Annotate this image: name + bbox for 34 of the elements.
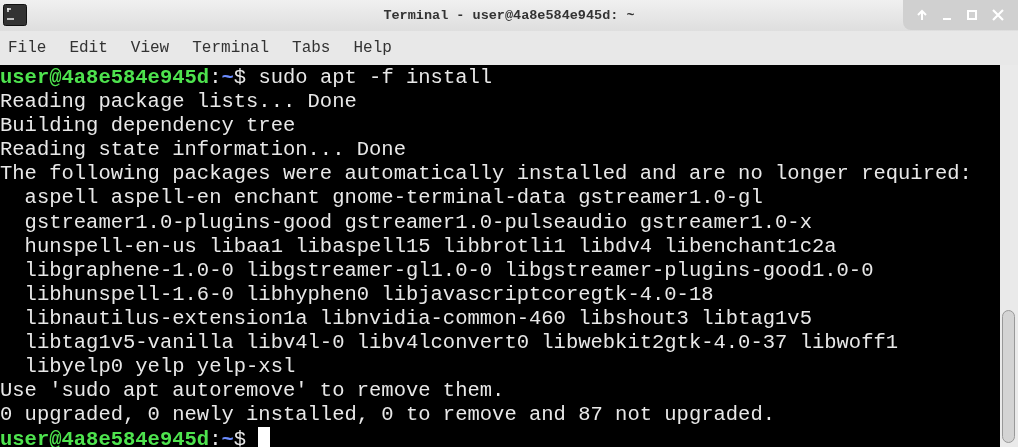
menu-item[interactable]: View <box>130 39 181 57</box>
terminal-icon <box>3 4 27 26</box>
scrollbar-thumb[interactable] <box>1002 310 1015 443</box>
command-text: sudo apt -f install <box>258 66 493 89</box>
output-line: Building dependency tree <box>0 114 296 138</box>
output-line: Reading package lists... Done <box>0 90 357 114</box>
output-line: libyelp0 yelp yelp-xsl <box>23 355 296 379</box>
menu-item[interactable]: Help <box>353 39 403 57</box>
output-line: Reading state information... Done <box>0 138 406 162</box>
output-line: hunspell-en-us libaa1 libaspell15 libbrotli1 libdv4 libenchant1c2a <box>23 234 837 258</box>
menu-item[interactable]: Edit <box>69 39 119 57</box>
output-line: gstreamer1.0-plugins-good gstreamer1.0-pulseaudio gstreamer1.0-x <box>23 210 812 234</box>
prompt-symbol: $ <box>233 66 247 89</box>
prompt-user-host: user@4a8e584e945d <box>0 66 210 89</box>
prompt-path: ~ <box>221 66 234 89</box>
prompt-symbol: $ <box>233 428 247 447</box>
arrow-up-icon[interactable] <box>915 9 928 21</box>
output-line: libhunspell-1.6-0 libhyphen0 libjavascriptcoregtk-4.0-18 <box>23 282 714 306</box>
output-line: libnautilus-extension1a libnvidia-common-460 libshout3 libtag1v5 <box>23 306 812 330</box>
menu-item[interactable]: File <box>8 39 58 57</box>
output-line: libtag1v5-vanilla libv4l-0 libv4lconvert0 libwebkit2gtk-4.0-37 libwoff1 <box>23 331 899 355</box>
output-line: 0 upgraded, 0 newly installed, 0 to remove and 87 not upgraded. <box>0 403 776 427</box>
output-line: Use 'sudo apt autoremove' to remove them. <box>0 379 505 403</box>
menu-item[interactable]: Tabs <box>292 39 342 57</box>
maximize-icon[interactable] <box>966 9 979 21</box>
output-line: The following packages were automatically installed and are no longer required: <box>0 162 972 186</box>
prompt-separator: : <box>209 66 222 89</box>
prompt-path: ~ <box>221 428 234 447</box>
close-icon[interactable] <box>991 8 1006 22</box>
window-title: Terminal - user@4a8e584e945d: ~ <box>383 8 635 23</box>
output-line: libgraphene-1.0-0 libgstreamer-gl1.0-0 libgstreamer-plugins-good1.0-0 <box>23 258 874 282</box>
menu-item[interactable]: Terminal <box>192 39 281 57</box>
prompt-separator: : <box>209 428 222 447</box>
output-line: aspell aspell-en enchant gnome-terminal-data gstreamer1.0-gl <box>23 186 763 210</box>
